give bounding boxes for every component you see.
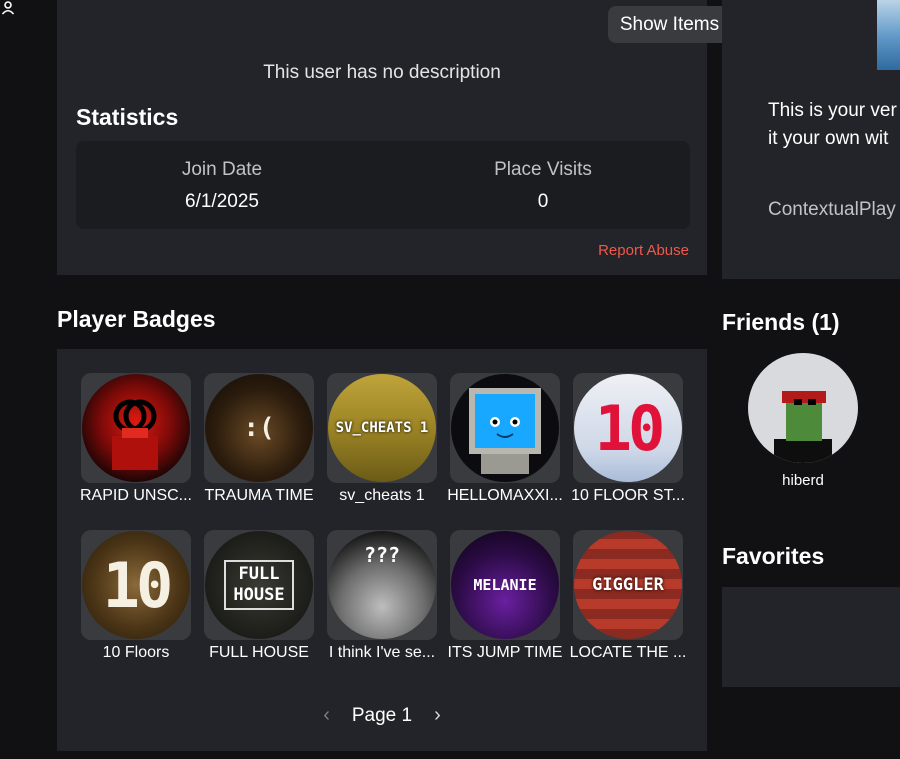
- report-abuse-link[interactable]: Report Abuse: [598, 242, 689, 259]
- place-visits-stat: Place Visits 0: [443, 159, 643, 213]
- badge-name: I think I've se...: [328, 644, 436, 661]
- friend-item[interactable]: [748, 353, 858, 463]
- player-badges-title: Player Badges: [57, 306, 216, 332]
- badge-name: FULL HOUSE: [209, 644, 309, 661]
- badge-name: LOCATE THE ...: [569, 644, 687, 661]
- badge-item[interactable]: ??? I think I've se...: [322, 530, 442, 662]
- badge-name: RAPID UNSC...: [79, 487, 192, 504]
- sv-cheats-badge-icon: SV_CHEATS 1: [328, 374, 436, 482]
- statistics-title: Statistics: [76, 104, 179, 130]
- blue-monitor-badge-icon: [451, 374, 559, 482]
- badge-item[interactable]: SV_CHEATS 1 sv_cheats 1: [322, 373, 442, 505]
- experience-thumbnail[interactable]: [877, 0, 900, 70]
- join-date-value: 6/1/2025: [185, 191, 259, 212]
- badge-name: ITS JUMP TIME: [447, 644, 563, 661]
- avatar: [748, 353, 858, 463]
- badge-item[interactable]: RAPID UNSC...: [76, 373, 196, 505]
- right-card-text-1: This is your ver: [768, 100, 897, 121]
- chevron-left-icon[interactable]: ‹: [323, 704, 330, 727]
- badge-item[interactable]: 10 10 Floors: [76, 530, 196, 662]
- player-badges-panel: RAPID UNSC... :( TRAUMA TIME SV_CHEATS 1…: [57, 349, 707, 751]
- sad-face-badge-icon: :(: [205, 374, 313, 482]
- ten-brown-badge-icon: 10: [82, 531, 190, 639]
- badge-name: sv_cheats 1: [339, 487, 425, 504]
- badge-name: 10 FLOOR ST...: [571, 487, 685, 504]
- join-date-stat: Join Date 6/1/2025: [122, 159, 322, 213]
- right-card-text-2: it your own wit: [768, 128, 889, 149]
- favorites-panel: [722, 587, 900, 687]
- full-house-badge-icon: FULL HOUSE: [205, 531, 313, 639]
- badge-item[interactable]: :( TRAUMA TIME: [199, 373, 319, 505]
- red-figure-badge-icon: [82, 374, 190, 482]
- join-date-label: Join Date: [181, 159, 263, 180]
- right-card-text-3: ContextualPlay: [768, 199, 896, 220]
- badge-name: 10 Floors: [102, 644, 170, 661]
- melanie-badge-icon: MELANIE: [451, 531, 559, 639]
- place-visits-label: Place Visits: [494, 159, 592, 180]
- badge-item[interactable]: GIGGLER LOCATE THE ...: [568, 530, 688, 662]
- badges-pager: ‹ Page 1 ›: [57, 704, 707, 727]
- badge-item[interactable]: MELANIE ITS JUMP TIME: [445, 530, 565, 662]
- friend-name[interactable]: hiberd: [748, 472, 858, 489]
- friends-title[interactable]: Friends (1): [722, 309, 840, 336]
- question-marks-badge-icon: ???: [328, 531, 436, 639]
- user-description: This user has no description: [263, 62, 501, 83]
- about-panel: Show Items This user has no description …: [57, 0, 731, 275]
- page-indicator: Page 1: [351, 704, 413, 726]
- statistics-box: Join Date 6/1/2025 Place Visits 0: [76, 141, 690, 229]
- show-items-button[interactable]: Show Items: [608, 6, 731, 43]
- badge-item[interactable]: 10 10 FLOOR ST...: [568, 373, 688, 505]
- place-visits-value: 0: [537, 191, 549, 212]
- badge-name: TRAUMA TIME: [204, 487, 314, 504]
- ten-pink-badge-icon: 10: [574, 374, 682, 482]
- favorites-title: Favorites: [722, 543, 825, 569]
- chevron-right-icon[interactable]: ›: [434, 704, 441, 727]
- badge-name: HELLOMAXXI...: [447, 487, 563, 504]
- badge-item[interactable]: HELLOMAXXI...: [445, 373, 565, 505]
- giggler-badge-icon: GIGGLER: [574, 531, 682, 639]
- badge-item[interactable]: FULL HOUSE FULL HOUSE: [199, 530, 319, 662]
